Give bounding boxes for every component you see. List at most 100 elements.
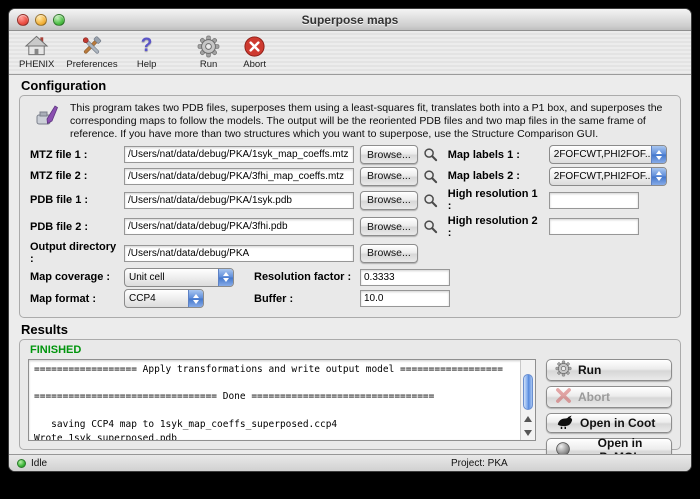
console-output[interactable]: ================== Apply transformations… xyxy=(28,359,536,441)
map-format-select[interactable]: CCP4 xyxy=(124,289,204,308)
app-window: Superpose maps PHENIX xyxy=(8,8,692,472)
map-coverage-label: Map coverage : xyxy=(30,271,118,283)
toolbar-run-button[interactable]: Run xyxy=(192,33,226,70)
scrollbar-arrows[interactable] xyxy=(521,414,535,438)
scroll-down-icon[interactable] xyxy=(524,430,532,436)
window-title: Superpose maps xyxy=(9,13,691,27)
status-badge: FINISHED xyxy=(30,344,672,356)
status-state: Idle xyxy=(31,458,47,469)
map-format-value: CCP4 xyxy=(125,293,188,304)
status-bar: Idle Project: PKA xyxy=(9,454,691,471)
map-format-label: Map format : xyxy=(30,293,118,305)
mtz-file-2-input[interactable] xyxy=(124,168,354,185)
idle-status-icon xyxy=(17,459,26,468)
console-scrollbar[interactable] xyxy=(520,360,535,440)
abort-button[interactable]: Abort xyxy=(546,386,672,408)
mtz-file-2-search-icon[interactable] xyxy=(422,169,440,184)
toolbar-item-label: Run xyxy=(200,59,217,70)
pdb-file-1-search-icon[interactable] xyxy=(422,193,440,208)
map-coverage-value: Unit cell xyxy=(125,272,218,283)
high-resolution-1-input[interactable] xyxy=(549,192,639,209)
run-gear-icon xyxy=(197,33,220,59)
combo-arrows-icon xyxy=(651,168,666,185)
map-labels-1-select[interactable]: 2FOFCWT,PHI2FOF... xyxy=(549,145,667,164)
output-directory-browse-button[interactable]: Browse... xyxy=(360,244,418,263)
preferences-tools-icon xyxy=(79,33,104,59)
high-resolution-2-label: High resolution 2 : xyxy=(448,215,543,239)
output-directory-input[interactable] xyxy=(124,245,354,262)
map-labels-2-select[interactable]: 2FOFCWT,PHI2FOF... xyxy=(549,167,667,186)
program-icon xyxy=(32,102,62,128)
buffer-input[interactable] xyxy=(360,290,450,307)
window-controls xyxy=(9,14,65,26)
mtz-file-2-browse-button[interactable]: Browse... xyxy=(360,167,418,186)
buffer-label: Buffer : xyxy=(254,293,354,305)
map-labels-1-value: 2FOFCWT,PHI2FOF... xyxy=(550,149,651,160)
titlebar[interactable]: Superpose maps xyxy=(9,9,691,31)
output-directory-label: Output directory : xyxy=(30,241,118,265)
toolbar-abort-button[interactable]: Abort xyxy=(238,33,272,70)
toolbar: PHENIX Preferences ? xyxy=(9,31,691,75)
mtz-file-1-label: MTZ file 1 : xyxy=(30,149,118,161)
pdb-file-2-input[interactable] xyxy=(124,218,354,235)
mtz-file-2-label: MTZ file 2 : xyxy=(30,170,118,182)
mtz-file-1-browse-button[interactable]: Browse... xyxy=(360,145,418,164)
coot-bird-icon xyxy=(555,414,574,432)
main-content: Configuration This program takes two PDB… xyxy=(9,75,691,454)
pdb-file-1-label: PDB file 1 : xyxy=(30,194,118,206)
toolbar-help-button[interactable]: ? Help xyxy=(130,33,164,70)
map-coverage-select[interactable]: Unit cell xyxy=(124,268,234,287)
toolbar-item-label: PHENIX xyxy=(19,59,54,70)
high-resolution-2-input[interactable] xyxy=(549,218,639,235)
map-format-row: Map format : CCP4 Buffer : xyxy=(30,289,670,308)
help-icon: ? xyxy=(141,33,153,59)
combo-arrows-icon xyxy=(188,290,203,307)
configuration-panel: This program takes two PDB files, superp… xyxy=(19,95,681,318)
results-panel: FINISHED ================== Apply transf… xyxy=(19,339,681,450)
toolbar-item-label: Help xyxy=(137,59,157,70)
action-buttons: Run Abort xyxy=(546,359,672,441)
pdb-file-1-row: PDB file 1 : Browse... High resolution 1… xyxy=(30,188,670,212)
map-coverage-row: Map coverage : Unit cell Resolution fact… xyxy=(30,268,670,287)
abort-x-icon xyxy=(555,387,572,407)
high-resolution-1-label: High resolution 1 : xyxy=(448,188,543,212)
minimize-button[interactable] xyxy=(35,14,47,26)
scrollbar-thumb[interactable] xyxy=(523,374,533,410)
configuration-section-title: Configuration xyxy=(21,78,681,93)
abort-icon xyxy=(243,33,266,59)
close-button[interactable] xyxy=(17,14,29,26)
pdb-file-1-input[interactable] xyxy=(124,192,354,209)
toolbar-item-label: Abort xyxy=(243,59,266,70)
combo-arrows-icon xyxy=(218,269,233,286)
run-button-label: Run xyxy=(578,363,601,377)
toolbar-preferences-button[interactable]: Preferences xyxy=(66,33,117,70)
pdb-file-1-browse-button[interactable]: Browse... xyxy=(360,191,418,210)
pdb-file-2-row: PDB file 2 : Browse... High resolution 2… xyxy=(30,215,670,239)
open-in-coot-label: Open in Coot xyxy=(580,416,655,430)
combo-arrows-icon xyxy=(651,146,666,163)
run-gear-icon xyxy=(555,360,572,380)
toolbar-item-label: Preferences xyxy=(66,59,117,70)
project-label: Project: PKA xyxy=(451,458,508,469)
scroll-up-icon[interactable] xyxy=(524,416,532,422)
program-description: This program takes two PDB files, superp… xyxy=(70,102,668,140)
results-section-title: Results xyxy=(21,322,681,337)
output-directory-row: Output directory : Browse... xyxy=(30,241,670,265)
open-in-coot-button[interactable]: Open in Coot xyxy=(546,413,672,433)
toolbar-phenix-button[interactable]: PHENIX xyxy=(19,33,54,70)
abort-button-label: Abort xyxy=(578,390,610,404)
map-labels-2-label: Map labels 2 : xyxy=(448,170,543,182)
resolution-factor-input[interactable] xyxy=(360,269,450,286)
mtz-file-1-row: MTZ file 1 : Browse... Map labels 1 : 2F… xyxy=(30,145,670,164)
pdb-file-2-label: PDB file 2 : xyxy=(30,221,118,233)
resolution-factor-label: Resolution factor : xyxy=(254,271,354,283)
phenix-home-icon xyxy=(24,33,49,59)
run-button[interactable]: Run xyxy=(546,359,672,381)
mtz-file-2-row: MTZ file 2 : Browse... Map labels 2 : 2F… xyxy=(30,167,670,186)
pdb-file-2-search-icon[interactable] xyxy=(422,219,440,234)
zoom-button[interactable] xyxy=(53,14,65,26)
mtz-file-1-input[interactable] xyxy=(124,146,354,163)
mtz-file-1-search-icon[interactable] xyxy=(422,147,440,162)
map-labels-1-label: Map labels 1 : xyxy=(448,149,543,161)
pdb-file-2-browse-button[interactable]: Browse... xyxy=(360,217,418,236)
